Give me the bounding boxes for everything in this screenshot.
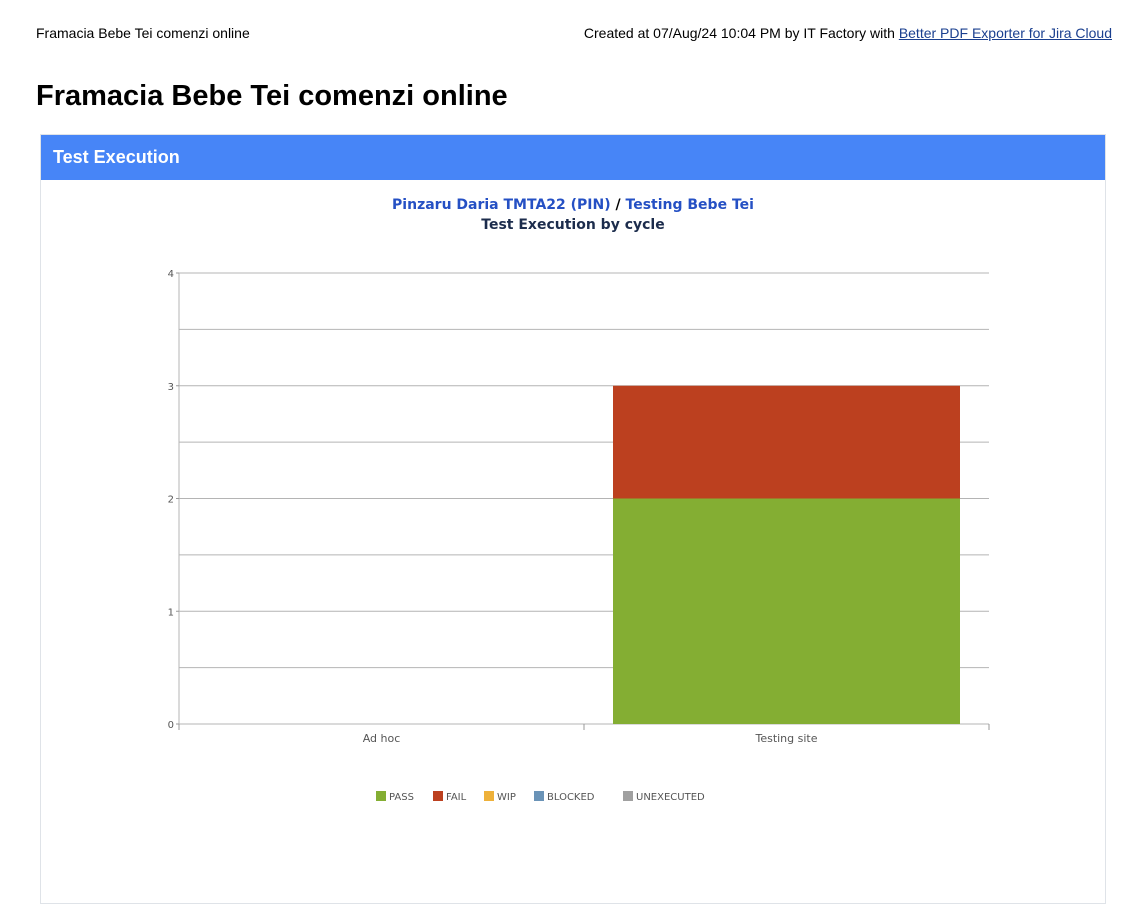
- header-project-name: Framacia Bebe Tei comenzi online: [36, 25, 250, 41]
- legend-swatch-blocked: [534, 791, 544, 801]
- y-tick-label: 0: [168, 720, 174, 731]
- bar-pass-testing-site: [613, 498, 960, 724]
- test-execution-panel: Test Execution Pinzaru Daria TMTA22 (PIN…: [40, 134, 1106, 904]
- y-tick-label: 4: [168, 269, 174, 280]
- bar-fail-testing-site: [613, 385, 960, 499]
- page-title: Framacia Bebe Tei comenzi online: [36, 80, 508, 112]
- created-info: Created at 07/Aug/24 10:04 PM by IT Fact…: [584, 25, 1112, 41]
- x-tick-label: Testing site: [754, 732, 817, 745]
- legend-swatch-unexecuted: [623, 791, 633, 801]
- legend-label-unexecuted: UNEXECUTED: [636, 792, 705, 803]
- stacked-bar-chart: 0 1 2 3 4 Ad hoc Testing site PASS FAIL WIP BLOCKE…: [168, 269, 990, 803]
- exporter-link[interactable]: Better PDF Exporter for Jira Cloud: [899, 25, 1112, 41]
- y-tick-label: 2: [168, 495, 174, 506]
- y-tick-label: 3: [168, 382, 174, 393]
- created-text: Created at 07/Aug/24 10:04 PM by IT Fact…: [583, 25, 899, 41]
- legend-swatch-fail: [433, 791, 443, 801]
- legend-swatch-wip: [484, 791, 494, 801]
- x-tick-label: Ad hoc: [363, 732, 401, 745]
- legend-label-fail: FAIL: [446, 792, 467, 803]
- legend-label-pass: PASS: [389, 792, 414, 803]
- legend-swatch-pass: [376, 791, 386, 801]
- legend-label-wip: WIP: [497, 792, 516, 803]
- y-tick-label: 1: [168, 607, 174, 618]
- legend-label-blocked: BLOCKED: [547, 792, 595, 803]
